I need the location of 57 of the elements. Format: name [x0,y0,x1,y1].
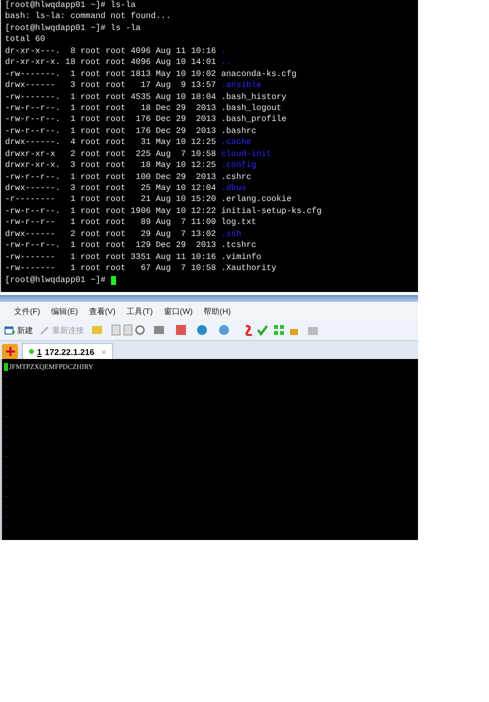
file-name: log.txt [221,217,256,229]
terminal-line: -rw------- 1 root root 67 Aug 7 10:58 [5,263,218,274]
add-session-icon[interactable] [2,344,18,359]
file-name: .erlang.cookie [221,194,292,206]
session-tab[interactable]: 1 172.22.1.216 × [22,343,114,359]
file-name: .cshrc [221,172,252,183]
terminal-line: -rw-r--r--. 1 root root 1906 May 10 12:22 [5,206,218,218]
terminal-line: bash: ls-la: command not found... [5,11,171,23]
terminal-line: drwx------. 4 root root 31 May 10 12:25 [5,137,218,149]
terminal-line: -rw-r--r--. 1 root root 100 Dec 29 2013 [5,172,218,183]
file-name: initial-setup-ks.cfg [221,206,322,218]
terminal-line: dr-xr-x---. 8 root root 4096 Aug 11 10:16 [5,46,218,58]
terminal-line: -rw-------. 1 root root 4535 Aug 10 18:04 [5,92,218,103]
file-name: .bashrc [221,126,256,138]
text-cursor [4,363,8,371]
menu-item[interactable]: 帮助(H) [204,306,231,317]
terminal-line: -rw-r--r-- 1 root root 89 Aug 7 11:00 [5,217,218,229]
terminal-line: -rw-r--r--. 1 root root 176 Dec 29 2013 [5,114,218,126]
terminal-line: -rw-r--r--. 1 root root 18 Dec 29 2013 [5,102,218,114]
terminal-line: -rw-r--r--. 1 root root 129 Dec 29 2013 [5,240,218,252]
file-name: .viminfo [221,252,262,264]
terminal-line: -rw-------. 1 root root 1813 May 10 10:02 [5,68,218,80]
menu-item[interactable]: 编辑(E) [51,306,78,317]
file-name: .ansible [221,80,262,92]
terminal-line: -r-------- 1 root root 21 Aug 10 15:20 [5,194,218,206]
toolbar-button[interactable]: 新建 [4,324,33,336]
terminal-line: drwxr-xr-x. 3 root root 18 May 10 12:25 [5,160,218,172]
file-name: .. [221,57,232,69]
file-name: cloud-init [221,148,272,160]
terminal-line: [root@hlwqdapp01 ~]# ls-la [5,0,136,12]
menu-item[interactable]: 文件(F) [14,306,40,317]
terminal-line: -rw-r--r--. 1 root root 176 Dec 29 2013 [5,126,218,138]
terminal-line: dr-xr-xr-x. 18 root root 4096 Aug 10 14:01 [5,57,218,69]
file-name: .cache [221,137,252,149]
new-window-icon [4,324,15,336]
file-name: .bash_profile [221,114,286,126]
file-name: .dbus [221,183,246,194]
file-name: .tcshrc [221,240,256,252]
terminal-line: drwx------ 3 root root 17 Aug 9 13:57 [5,80,218,92]
menu-item[interactable]: 窗口(W) [164,306,193,317]
terminal-line: drwx------. 3 root root 25 May 10 12:04 [5,183,218,194]
terminal-line: total 60 [5,34,46,46]
file-name: .bash_logout [221,102,282,114]
shell-prompt: [root@hlwqdapp01 ~]# [5,274,107,286]
file-name: anaconda-ks.cfg [221,68,297,80]
file-name: .Xauthority [221,263,276,274]
terminal-line: -rw------- 1 root root 3351 Aug 11 10:16 [5,252,218,264]
menu-item[interactable]: 查看(V) [88,306,116,317]
terminal-line: drwxr-xr-x 2 root root 225 Aug 7 10:58 [5,148,218,160]
file-name: . [221,46,226,58]
file-name: .ssh [221,228,242,240]
text-cursor [110,276,116,284]
terminal-line: [root@hlwqdapp01 ~]# ls -la [5,22,141,34]
file-name: .config [221,160,256,172]
terminal-line: drwx------ 2 root root 29 Aug 7 13:02 [5,228,218,240]
file-name: .bash_history [221,92,286,103]
menu-item[interactable]: 工具(T) [126,306,153,317]
